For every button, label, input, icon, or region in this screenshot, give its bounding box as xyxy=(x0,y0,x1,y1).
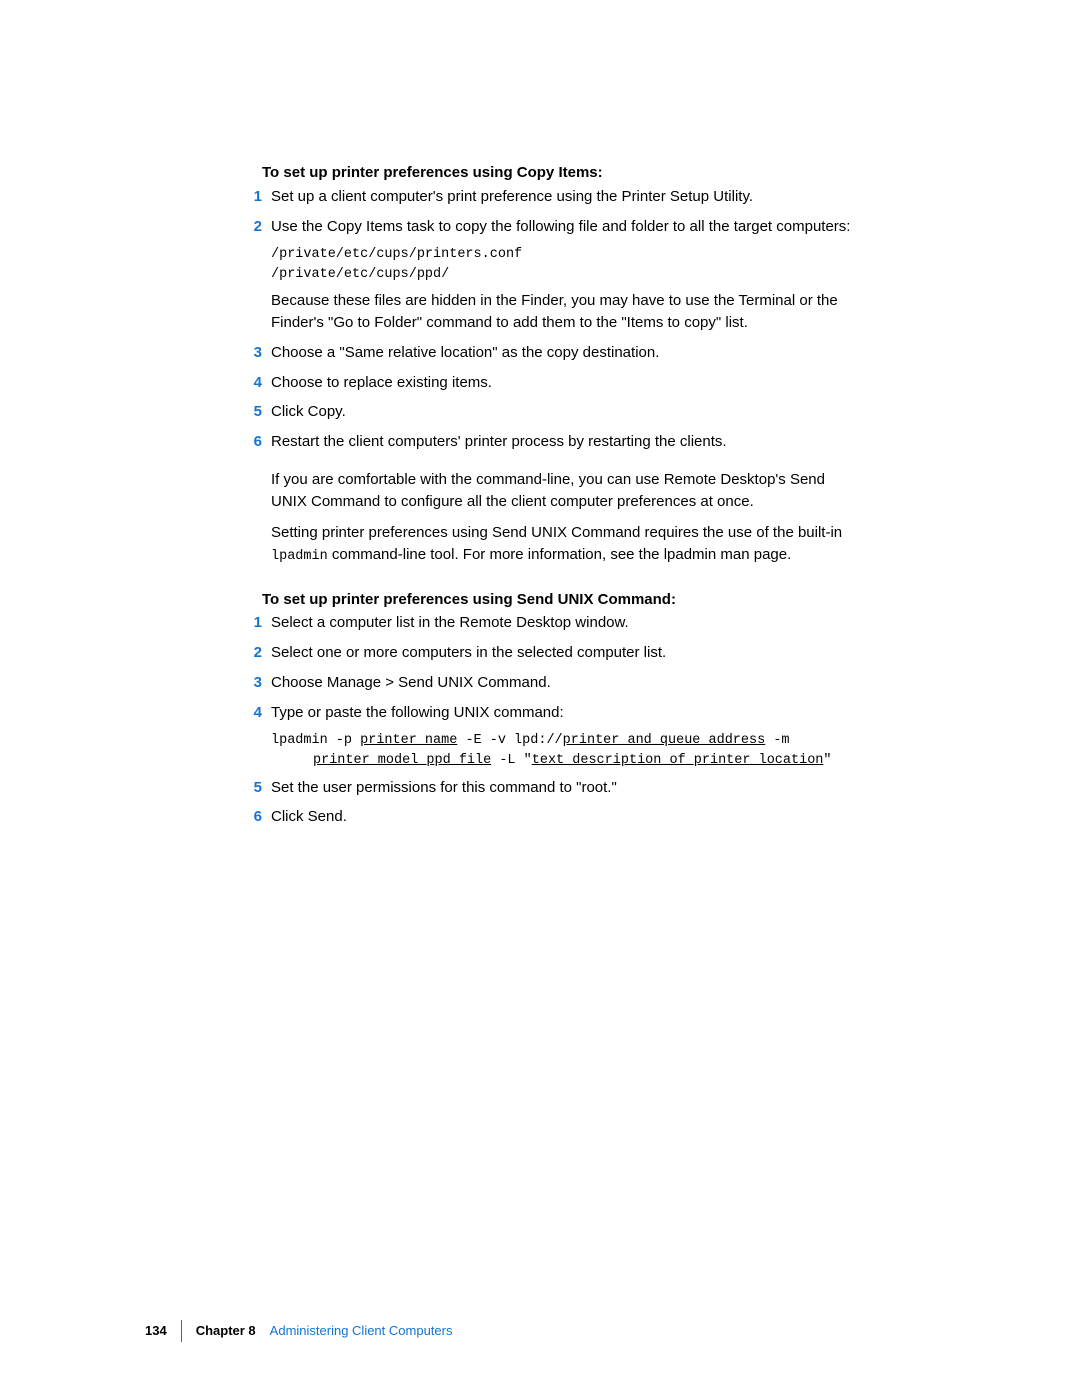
step-5: 5 Click Copy. xyxy=(243,401,853,423)
code-line: /private/etc/cups/printers.conf xyxy=(271,247,522,262)
step-number: 5 xyxy=(243,777,262,799)
code-block-lpadmin-command: lpadmin -p printer_name -E -v lpd://prin… xyxy=(271,731,853,770)
step-text: Choose to replace existing items. xyxy=(271,372,853,394)
step2-2: 2 Select one or more computers in the se… xyxy=(243,642,853,664)
chapter-label: Chapter 8 xyxy=(196,1322,256,1341)
step-text: Click Copy. xyxy=(271,401,853,423)
section1-para1: If you are comfortable with the command-… xyxy=(271,469,853,513)
step2-6: 6 Click Send. xyxy=(243,806,853,828)
step-text: Select one or more computers in the sele… xyxy=(271,642,853,664)
code-line: /private/etc/cups/ppd/ xyxy=(271,267,449,282)
cmd-location-desc: text_description_of_printer_location xyxy=(532,753,824,768)
step-number: 1 xyxy=(243,612,262,634)
page: To set up printer preferences using Copy… xyxy=(0,0,1080,1397)
step-text: Set up a client computer's print prefere… xyxy=(271,186,853,208)
step2-5: 5 Set the user permissions for this comm… xyxy=(243,777,853,799)
step-number: 2 xyxy=(243,642,262,664)
step-number: 6 xyxy=(243,806,262,828)
step-number: 2 xyxy=(243,216,262,238)
step-text: Select a computer list in the Remote Des… xyxy=(271,612,853,634)
step-text: Choose Manage > Send UNIX Command. xyxy=(271,672,853,694)
step-text: Restart the client computers' printer pr… xyxy=(271,431,853,453)
para2-post: command-line tool. For more information,… xyxy=(328,546,792,563)
step-6: 6 Restart the client computers' printer … xyxy=(243,431,853,453)
step-number: 4 xyxy=(243,702,262,724)
section1-para2: Setting printer preferences using Send U… xyxy=(271,522,853,566)
cmd-e: -m xyxy=(765,733,797,748)
chapter-title: Administering Client Computers xyxy=(270,1322,453,1341)
inline-code-lpadmin: lpadmin xyxy=(271,549,328,564)
section1-after-code-para: Because these files are hidden in the Fi… xyxy=(271,290,853,334)
step-text: Choose a "Same relative location" as the… xyxy=(271,342,853,364)
step-3: 3 Choose a "Same relative location" as t… xyxy=(243,342,853,364)
step-1: 1 Set up a client computer's print prefe… xyxy=(243,186,853,208)
step-text: Click Send. xyxy=(271,806,853,828)
step2-4: 4 Type or paste the following UNIX comma… xyxy=(243,702,853,724)
page-number: 134 xyxy=(145,1322,167,1341)
section1-heading: To set up printer preferences using Copy… xyxy=(262,162,853,184)
step-text: Set the user permissions for this comman… xyxy=(271,777,853,799)
step-number: 6 xyxy=(243,431,262,453)
step2-3: 3 Choose Manage > Send UNIX Command. xyxy=(243,672,853,694)
cmd-c: -E -v lpd:// xyxy=(457,733,562,748)
step-text: Use the Copy Items task to copy the foll… xyxy=(271,216,853,238)
footer-divider xyxy=(181,1320,182,1342)
step-text: Type or paste the following UNIX command… xyxy=(271,702,853,724)
cmd-a: lpadmin -p xyxy=(271,733,360,748)
cmd-i: " xyxy=(823,753,831,768)
code-block-cups-paths: /private/etc/cups/printers.conf /private… xyxy=(271,245,853,284)
page-footer: 134 Chapter 8 Administering Client Compu… xyxy=(145,1320,452,1342)
step-number: 1 xyxy=(243,186,262,208)
step-number: 5 xyxy=(243,401,262,423)
cmd-ppd-file: printer_model_ppd_file xyxy=(313,753,491,768)
step-number: 4 xyxy=(243,372,262,394)
cmd-printer-address: printer_and_queue_address xyxy=(563,733,766,748)
step-2: 2 Use the Copy Items task to copy the fo… xyxy=(243,216,853,238)
section2-heading: To set up printer preferences using Send… xyxy=(262,589,853,611)
step-4: 4 Choose to replace existing items. xyxy=(243,372,853,394)
step2-1: 1 Select a computer list in the Remote D… xyxy=(243,612,853,634)
para2-pre: Setting printer preferences using Send U… xyxy=(271,524,842,541)
step-number: 3 xyxy=(243,342,262,364)
cmd-g: -L " xyxy=(491,753,532,768)
content-column: To set up printer preferences using Copy… xyxy=(243,162,853,836)
step-number: 3 xyxy=(243,672,262,694)
cmd-printer-name: printer_name xyxy=(360,733,457,748)
